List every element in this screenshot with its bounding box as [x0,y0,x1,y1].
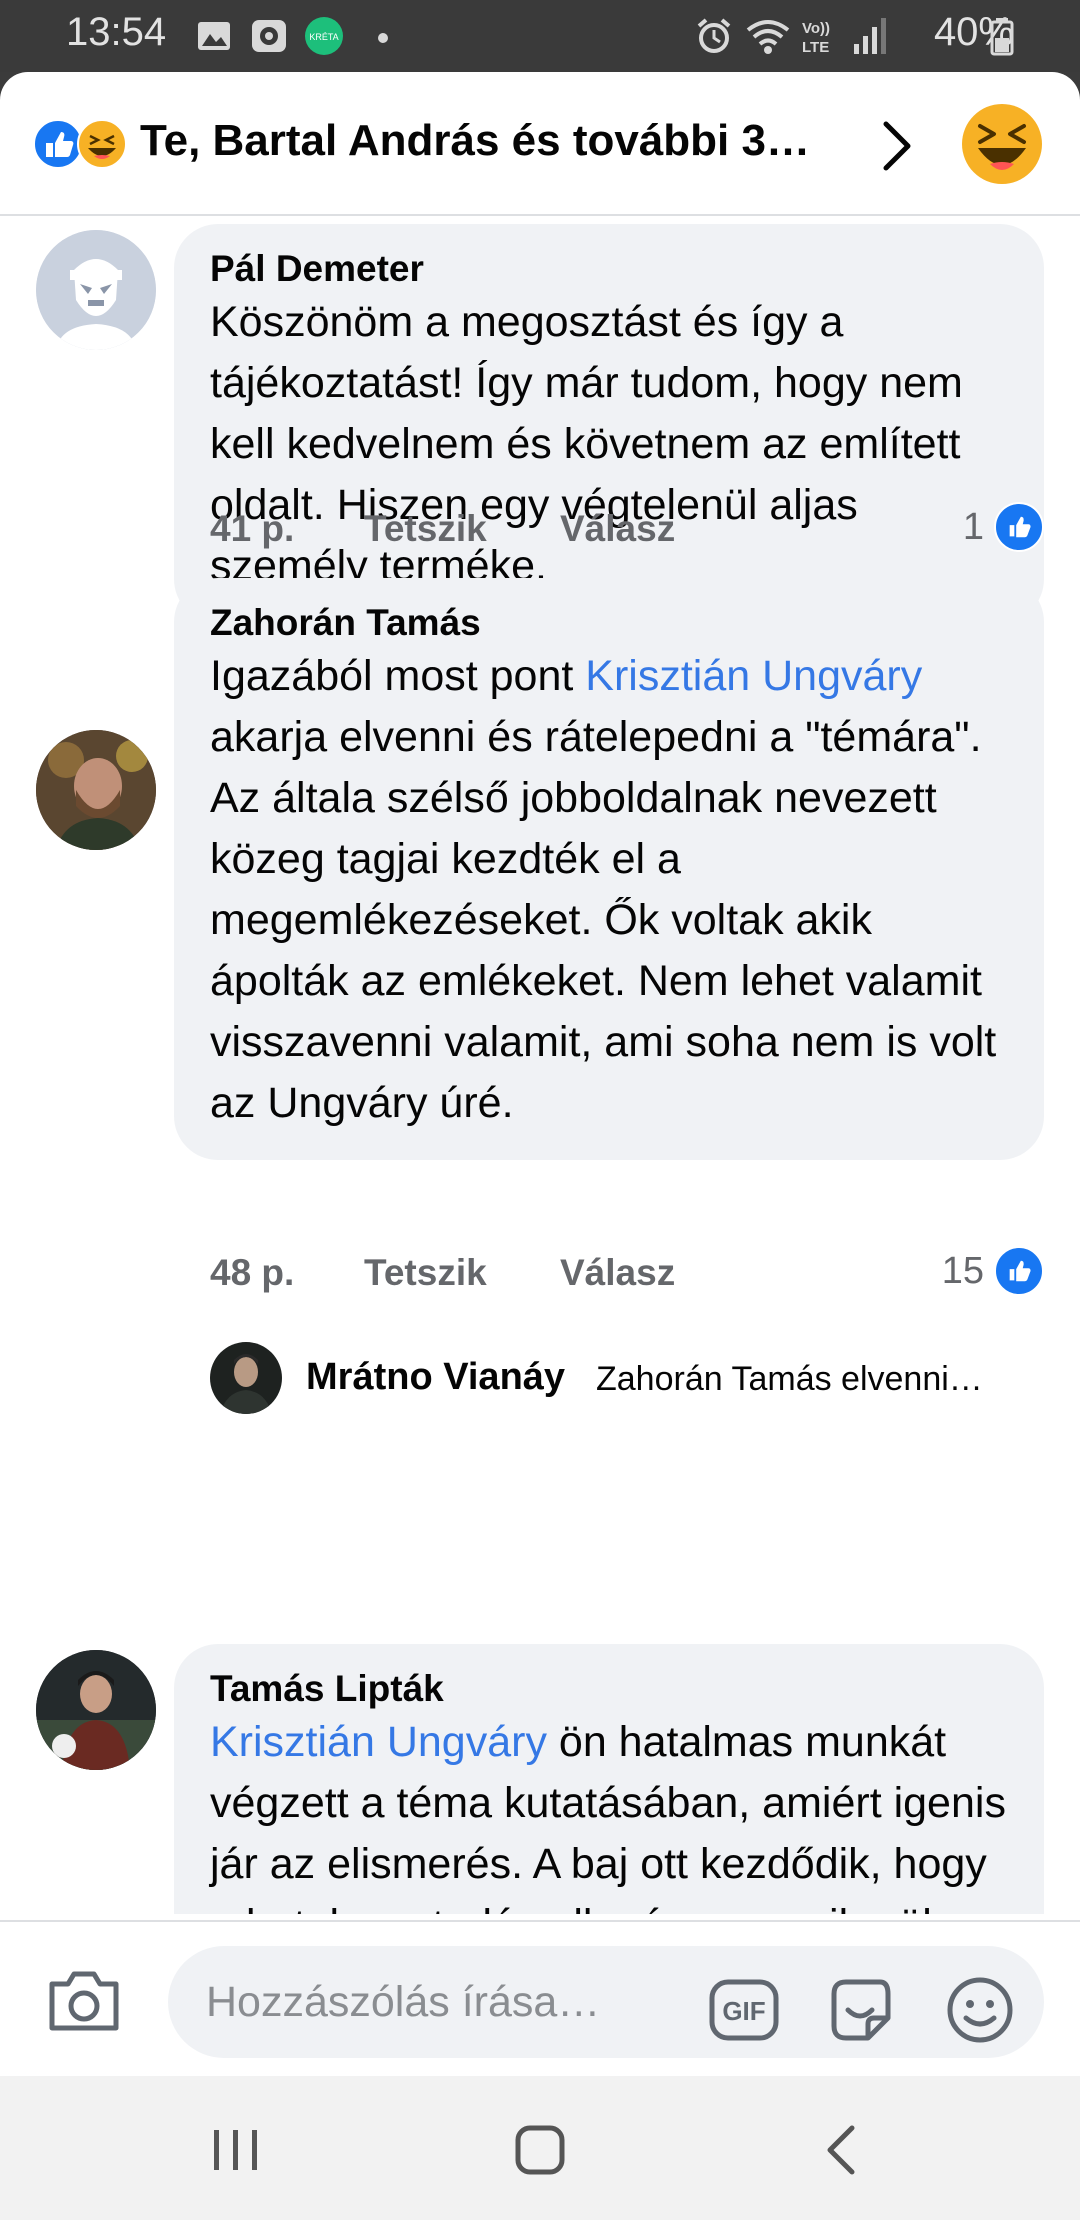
comment-actions: 48 p. Tetszik Válasz [210,1252,1050,1302]
comment-input-placeholder: Hozzászólás írása… [206,1978,601,2026]
reply-button[interactable]: Válasz [560,1252,675,1294]
status-bar: 13:54 KRÉTA Vo)) LTE 40% [0,0,1080,72]
haha-reaction-icon [77,119,127,169]
like-reaction-icon [33,119,83,169]
comment-text: Krisztián Ungváry ön hatalmas munkát vég… [210,1712,1008,1914]
recent-apps-icon[interactable] [206,2122,266,2178]
like-button[interactable]: Tetszik [364,1252,487,1294]
like-count-value: 1 [962,505,984,548]
reactions-header[interactable]: Te, Bartal András és további 3… [0,72,1080,216]
like-count[interactable]: 15 [942,1246,1044,1296]
status-time: 13:54 [66,10,167,54]
stormtrooper-avatar-icon [36,230,156,350]
system-nav-bar [0,2076,1080,2220]
comments-sheet: Te, Bartal András és további 3… Pál Deme… [0,72,1080,2076]
chevron-right-icon[interactable] [870,116,922,176]
reply-preview[interactable]: Mrátno Vianáy Zahorán Tamás elvenni… [210,1342,1050,1414]
like-count[interactable]: 1 [963,502,1044,552]
image-icon [198,22,230,50]
comment-bubble[interactable]: Zahorán Tamás Igazából most pont Kriszti… [174,578,1044,1160]
reply-avatar[interactable] [210,1342,282,1414]
comment-time: 48 p. [210,1252,295,1293]
comment-composer: Hozzászólás írása… GIF [0,1920,1080,2076]
avatar[interactable] [36,730,156,850]
alarm-icon [697,18,731,53]
wifi-icon [746,20,790,54]
reactions-title: Te, Bartal András és további 3… [140,116,810,165]
comment-bubble[interactable]: Tamás Lipták Krisztián Ungváry ön hatalm… [174,1644,1044,1914]
reply-snippet: Zahorán Tamás elvenni… [596,1360,983,1398]
comment-time: 41 p. [210,508,295,549]
comment-text: Igazából most pont Krisztián Ungváry aka… [210,646,1008,1134]
gif-label: GIF [722,1996,765,2026]
kreta-icon: KRÉTA [305,17,343,55]
like-button[interactable]: Tetszik [364,508,487,550]
comment-text-after: akarja elvenni és rátelepedni a "témára"… [210,713,997,1127]
mention-link[interactable]: Krisztián Ungváry [585,652,922,700]
app-icon [252,20,286,52]
sticker-icon[interactable] [824,1974,896,2046]
gif-icon[interactable]: GIF [708,1974,780,2046]
haha-emoji-icon[interactable] [960,102,1044,186]
comment-text-before: Igazából most pont [210,652,586,700]
like-badge-icon [994,502,1044,552]
like-count-value: 15 [941,1249,984,1292]
reaction-icons [33,119,127,169]
svg-text:LTE: LTE [802,39,829,56]
dot-icon [378,33,388,43]
reply-author[interactable]: Mrátno Vianáy [306,1356,565,1399]
comment-bubble[interactable]: Pál Demeter Köszönöm a megosztást és így… [174,224,1044,623]
user-photo-icon [36,1650,156,1770]
volte-icon: Vo)) LTE [802,20,830,56]
svg-text:KRÉTA: KRÉTA [309,32,338,42]
comment-author[interactable]: Zahorán Tamás [210,600,1008,646]
user-photo-icon [210,1342,282,1414]
comment-actions: 41 p. Tetszik Válasz [210,508,1050,558]
user-photo-icon [36,730,156,850]
like-badge-icon [994,1246,1044,1296]
reply-button[interactable]: Válasz [560,508,675,550]
battery-icon [990,18,1014,56]
back-icon[interactable] [812,2122,872,2178]
avatar[interactable] [36,230,156,350]
home-icon[interactable] [510,2122,570,2178]
comment-input[interactable]: Hozzászólás írása… GIF [168,1946,1044,2058]
comment-author[interactable]: Tamás Lipták [210,1666,1008,1712]
mention-link[interactable]: Krisztián Ungváry [210,1718,547,1766]
comment-feed[interactable]: Pál Demeter Köszönöm a megosztást és így… [0,218,1080,1914]
avatar[interactable] [36,1650,156,1770]
svg-text:Vo)): Vo)) [802,20,830,37]
comment-author[interactable]: Pál Demeter [210,246,1008,292]
signal-icon [854,18,886,54]
camera-icon[interactable] [46,1966,122,2036]
emoji-icon[interactable] [944,1974,1016,2046]
